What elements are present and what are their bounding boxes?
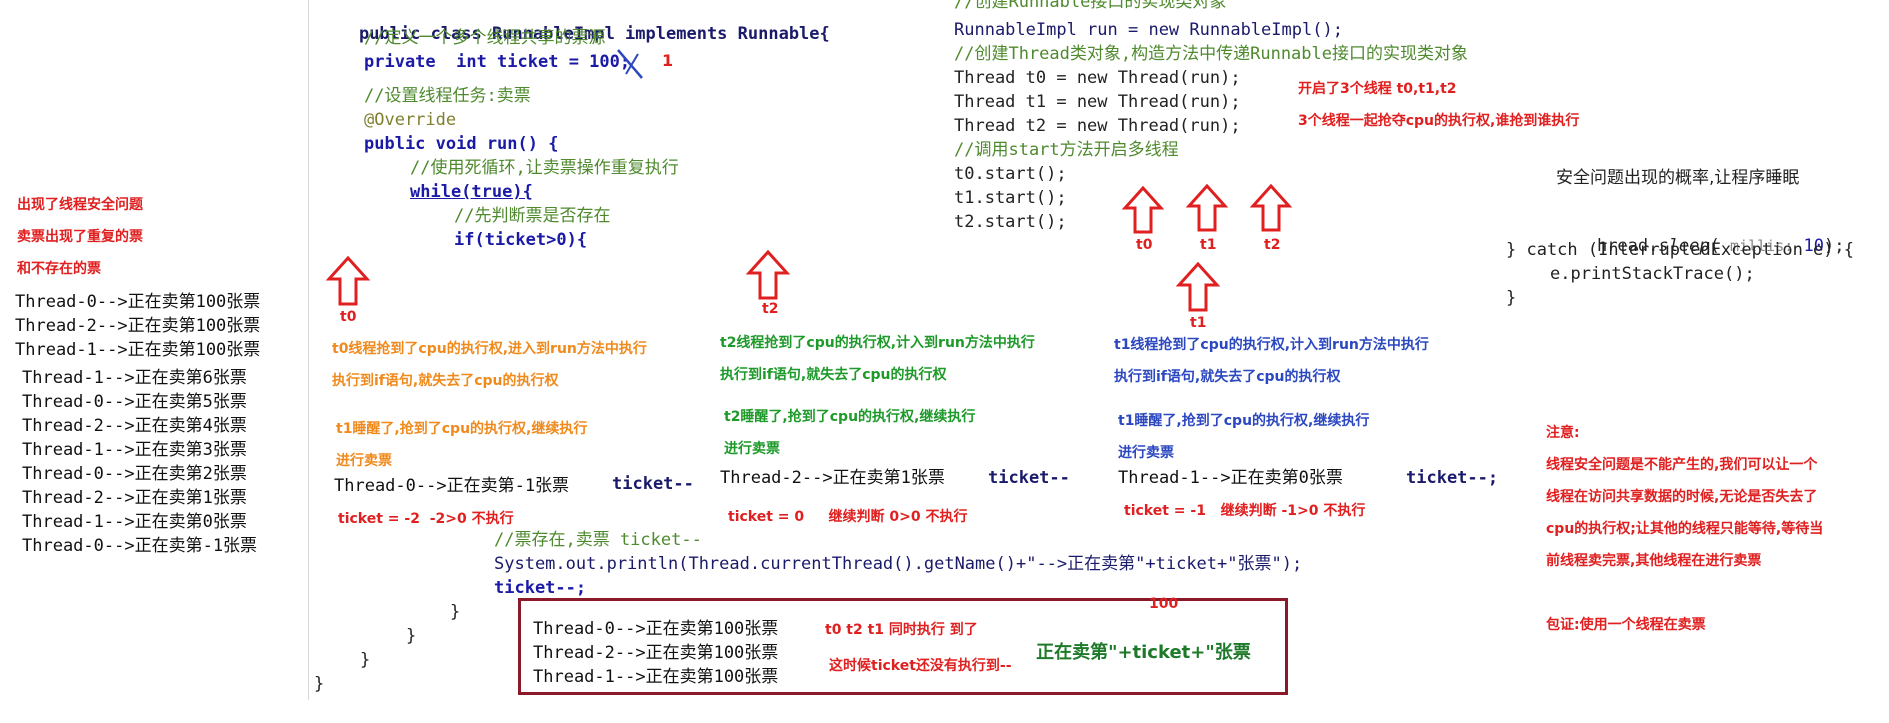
t0-line: Thread t0 = new Thread(run); — [954, 68, 1241, 88]
print-stack-trace: e.printStackTrace(); — [1550, 264, 1755, 284]
while-loop: while(true){ — [410, 182, 533, 202]
comment-task: //设置线程任务:卖票 — [364, 86, 531, 106]
comment-sell: //票存在,卖票 ticket-- — [494, 530, 702, 550]
t2-note-2: 执行到if语句,就失去了cpu的执行权 — [720, 367, 947, 383]
arrow-label-t2: t2 — [1264, 237, 1281, 253]
arrow-up-icon-t1 — [1186, 184, 1228, 232]
strike-mark — [617, 49, 643, 79]
start-t1: t1.start(); — [954, 188, 1067, 208]
t0-output: Thread-0-->正在卖第-1张票 — [334, 476, 570, 496]
sleep-comment: 安全问题出现的概率,让程序睡眠 — [1556, 168, 1800, 188]
t0-result: ticket = -2 -2>0 不执行 — [338, 511, 514, 527]
note-open-threads: 开启了3个线程 t0,t1,t2 — [1298, 81, 1457, 97]
box-output-2: Thread-2-->正在卖第100张票 — [533, 643, 779, 663]
arrow-label-t1: t1 — [1200, 237, 1217, 253]
output-b-6: Thread-2-->正在卖第1张票 — [22, 488, 247, 508]
notice-line-3: cpu的执行权;让其他的线程只能等待,等待当 — [1546, 521, 1824, 537]
box-output-3: Thread-1-->正在卖第100张票 — [533, 667, 779, 687]
notice-line-4: 前线程卖完票,其他线程在进行卖票 — [1546, 553, 1762, 569]
override-annotation: @Override — [364, 110, 457, 130]
notice-line-2: 线程在访问共享数据的时候,无论是否失去了 — [1546, 489, 1818, 505]
output-b-7: Thread-1-->正在卖第0张票 — [22, 512, 247, 532]
comment-impl: //创建Runnable接口的实现类对象 — [954, 0, 1227, 12]
catch-line: } catch (InterruptedException e) { — [1506, 240, 1854, 260]
t1-output: Thread-1-->正在卖第0张票 — [1118, 468, 1343, 488]
left-divider — [308, 0, 309, 700]
notice-title: 注意: — [1546, 425, 1580, 441]
decrement-line: ticket--; — [494, 578, 587, 598]
sleep-close-brace: } — [1506, 288, 1517, 308]
arrow-label-t0: t0 — [1136, 237, 1153, 253]
t2-note-3: t2睡醒了,抢到了cpu的执行权,继续执行 — [724, 409, 976, 425]
comment-loop: //使用死循环,让卖票操作重复执行 — [410, 158, 679, 178]
t1-label: t1 — [1190, 315, 1207, 331]
t2-decrement: ticket-- — [988, 468, 1070, 488]
close-brace-while: } — [406, 626, 417, 646]
issue-line-2: 卖票出现了重复的票 — [17, 229, 143, 245]
t2-note-1: t2线程抢到了cpu的执行权,计入到run方法中执行 — [720, 335, 1035, 351]
if-condition: if(ticket>0){ — [454, 230, 588, 250]
output-b-8: Thread-0-->正在卖第-1张票 — [22, 536, 258, 556]
notice-guarantee: 包证:使用一个线程在卖票 — [1546, 617, 1706, 633]
t0-label: t0 — [340, 309, 357, 325]
close-brace-run: } — [360, 650, 371, 670]
output-a-1: Thread-0-->正在卖第100张票 — [15, 292, 261, 312]
t2-note-4: 进行卖票 — [724, 441, 780, 457]
close-brace-if: } — [450, 602, 461, 622]
arrow-up-icon-t0 — [1122, 186, 1164, 234]
close-brace-class: } — [314, 674, 325, 694]
output-b-3: Thread-2-->正在卖第4张票 — [22, 416, 247, 436]
t1-note-2: 执行到if语句,就失去了cpu的执行权 — [1114, 369, 1341, 385]
t2-line: Thread t2 = new Thread(run); — [954, 116, 1241, 136]
ticket-field: private int ticket = 100; — [364, 52, 631, 72]
arrow-up-icon-t2 — [1250, 184, 1292, 232]
start-t0: t0.start(); — [954, 164, 1067, 184]
box-note-expr-text: 正在卖第"+ticket+"张票 — [1036, 642, 1251, 663]
arrow-up-icon-col-t0 — [326, 256, 370, 306]
comment-check: //先判断票是否存在 — [454, 206, 611, 226]
output-a-3: Thread-1-->正在卖第100张票 — [15, 340, 261, 360]
t0-note-3: t1睡醒了,抢到了cpu的执行权,继续执行 — [336, 421, 588, 437]
issue-line-3: 和不存在的票 — [17, 261, 101, 277]
box-note-not-yet: 这时候ticket还没有执行到-- — [829, 658, 1012, 674]
output-box: Thread-0-->正在卖第100张票 Thread-2-->正在卖第100张… — [518, 596, 1288, 695]
t0-decrement: ticket-- — [612, 474, 694, 494]
t0-note-2: 执行到if语句,就失去了cpu的执行权 — [332, 373, 559, 389]
output-b-5: Thread-0-->正在卖第2张票 — [22, 464, 247, 484]
box-note-same: t0 t2 t1 同时执行 到了 — [825, 622, 978, 638]
comment-start: //调用start方法开启多线程 — [954, 140, 1179, 160]
t1-note-4: 进行卖票 — [1118, 445, 1174, 461]
box-note-100: 100 — [1149, 596, 1179, 612]
t1-line: Thread t1 = new Thread(run); — [954, 92, 1241, 112]
output-b-4: Thread-1-->正在卖第3张票 — [22, 440, 247, 460]
output-a-2: Thread-2-->正在卖第100张票 — [15, 316, 261, 336]
arrow-up-icon-col-t2 — [746, 250, 790, 300]
t1-decrement: ticket--; — [1406, 468, 1499, 488]
run-method: public void run() { — [364, 134, 559, 154]
t1-result: ticket = -1 继续判断 -1>0 不执行 — [1124, 503, 1366, 519]
t0-note-4: 进行卖票 — [336, 453, 392, 469]
println-line: System.out.println(Thread.currentThread(… — [494, 554, 1303, 574]
output-b-2: Thread-0-->正在卖第5张票 — [22, 392, 247, 412]
output-b-1: Thread-1-->正在卖第6张票 — [22, 368, 247, 388]
comment-thread: //创建Thread类对象,构造方法中传递Runnable接口的实现类对象 — [954, 44, 1468, 64]
comment-ticket: //定义一个多个线程共享的票源 — [364, 28, 606, 48]
t2-output: Thread-2-->正在卖第1张票 — [720, 468, 945, 488]
start-t2: t2.start(); — [954, 212, 1067, 232]
note-compete: 3个线程一起抢夺cpu的执行权,谁抢到谁执行 — [1298, 113, 1580, 129]
t2-result: ticket = 0 继续判断 0>0 不执行 — [728, 509, 968, 525]
t0-note-1: t0线程抢到了cpu的执行权,进入到run方法中执行 — [332, 341, 647, 357]
t2-label: t2 — [762, 301, 779, 317]
box-note-expr: 正在卖第"+ticket+"张票 — [1011, 617, 1251, 685]
issue-line-1: 出现了线程安全问题 — [17, 197, 143, 213]
notice-line-1: 线程安全问题是不能产生的,我们可以让一个 — [1546, 457, 1818, 473]
arrow-up-icon-col-t1 — [1176, 262, 1220, 312]
impl-line: RunnableImpl run = new RunnableImpl(); — [954, 20, 1343, 40]
t1-note-3: t1睡醒了,抢到了cpu的执行权,继续执行 — [1118, 413, 1370, 429]
box-output-1: Thread-0-->正在卖第100张票 — [533, 619, 779, 639]
note-1: 1 — [662, 51, 674, 70]
t1-note-1: t1线程抢到了cpu的执行权,计入到run方法中执行 — [1114, 337, 1429, 353]
